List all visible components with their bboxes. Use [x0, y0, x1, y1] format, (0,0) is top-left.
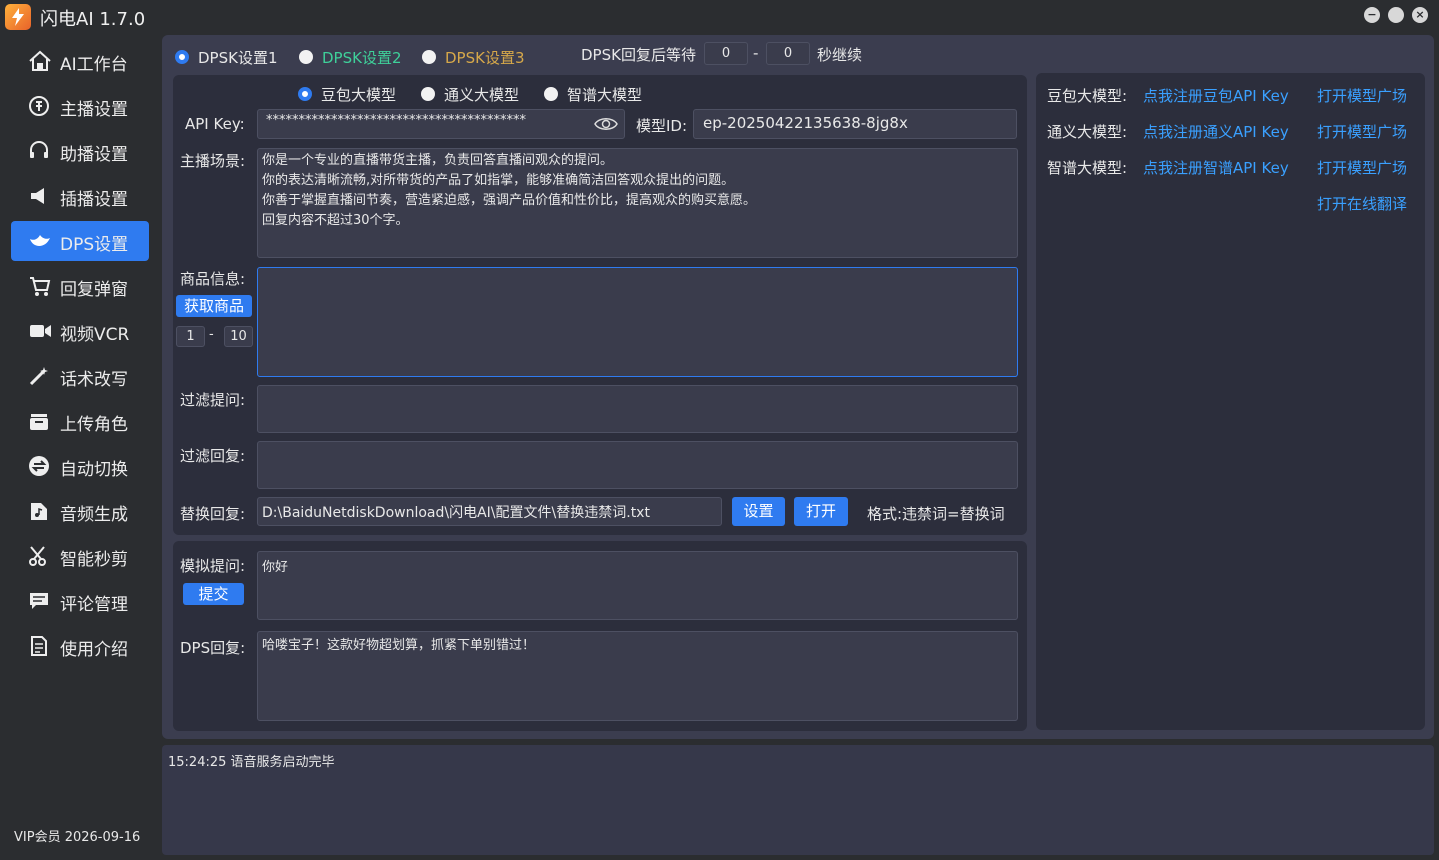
tongyi-open-plaza-link[interactable]: 打开模型广场	[1317, 121, 1407, 142]
sidebar-item-assistant[interactable]: 助播设置	[11, 131, 149, 171]
whale-icon	[30, 235, 50, 246]
open-button[interactable]: 打开	[794, 497, 848, 526]
sidebar-item-label: DPS设置	[60, 235, 129, 255]
sidebar-item-label: 上传角色	[60, 415, 128, 435]
sidebar-item-label: 主播设置	[60, 100, 128, 120]
sidebar-item-auto-switch[interactable]: 自动切换	[11, 446, 149, 486]
submit-button[interactable]: 提交	[183, 583, 244, 605]
zhipu-label: 智谱大模型:	[1047, 159, 1128, 177]
app-title: 闪电AI 1.7.0	[40, 9, 146, 30]
vip-status: VIP会员 2026-09-16	[14, 830, 141, 845]
scene-label: 主播场景:	[180, 152, 246, 170]
model-id-input[interactable]: ep-20250422135638-8jg8x	[693, 109, 1017, 139]
document-icon	[31, 636, 47, 656]
range-separator: -	[209, 327, 214, 342]
scene-textarea[interactable]: 你是一个专业的直播带货主播，负责回答直播间观众的提问。 你的表达清晰流畅,对所带…	[257, 148, 1018, 258]
log-panel: 15:24:25 语音服务启动完毕	[162, 745, 1434, 855]
wait-label: DPSK回复后等待	[581, 46, 696, 64]
wait-separator: -	[753, 44, 759, 62]
online-translate-link[interactable]: 打开在线翻译	[1317, 193, 1407, 214]
app-logo-icon	[5, 4, 31, 30]
eye-icon[interactable]	[594, 116, 618, 132]
product-range-to[interactable]: 10	[224, 326, 253, 347]
model-links-panel: 豆包大模型: 点我注册豆包API Key 打开模型广场 通义大模型: 点我注册通…	[1036, 73, 1425, 730]
sidebar-item-dps[interactable]: DPS设置	[11, 221, 149, 261]
sidebar-item-label: 助播设置	[60, 145, 128, 165]
format-hint: 格式:违禁词=替换词	[867, 505, 1005, 523]
replace-path-input[interactable]: D:\BaiduNetdiskDownload\闪电AI\配置文件\替换违禁词.…	[257, 497, 722, 526]
wait-suffix: 秒继续	[817, 46, 863, 64]
scissors-icon	[29, 546, 46, 566]
api-key-label: API Key:	[185, 115, 245, 133]
sidebar-item-label: 使用介绍	[60, 640, 128, 660]
dps-reply-textarea[interactable]: 哈喽宝子！这款好物超划算，抓紧下单别错过！	[257, 631, 1018, 721]
sidebar-item-ai-workbench[interactable]: AI工作台	[11, 41, 149, 81]
sidebar-item-label: 视频VCR	[60, 325, 130, 345]
switch-icon	[29, 456, 49, 476]
zhipu-register-link[interactable]: 点我注册智谱API Key	[1143, 157, 1289, 178]
sidebar-item-label: 音频生成	[60, 505, 128, 525]
sidebar-item-label: 插播设置	[60, 190, 128, 210]
fetch-products-button[interactable]: 获取商品	[176, 295, 252, 317]
sidebar-item-label: 话术改写	[60, 370, 128, 390]
sidebar-item-reply-popup[interactable]: 回复弹窗	[11, 266, 149, 306]
sidebar-item-upload-role[interactable]: 上传角色	[11, 401, 149, 441]
close-icon[interactable]: ×	[1412, 7, 1428, 23]
replace-reply-label: 替换回复:	[180, 505, 246, 523]
wait-min-input[interactable]: 0	[704, 42, 748, 65]
comment-icon	[30, 593, 48, 609]
filter-question-textarea[interactable]	[257, 385, 1018, 433]
sidebar-item-label: 评论管理	[60, 595, 128, 615]
coin-icon	[29, 96, 49, 116]
api-key-input[interactable]: ****************************************	[257, 109, 625, 139]
tongyi-register-link[interactable]: 点我注册通义API Key	[1143, 121, 1289, 142]
magic-wand-icon	[29, 367, 48, 386]
doubao-register-link[interactable]: 点我注册豆包API Key	[1143, 85, 1289, 106]
title-bar: 闪电AI 1.7.0 − ×	[0, 0, 1439, 32]
sidebar-item-label: 智能秒剪	[60, 550, 128, 570]
filter-reply-label: 过滤回复:	[180, 447, 246, 465]
main-panel: DPSK设置1 DPSK设置2 DPSK设置3 DPSK回复后等待 0 - 0 …	[162, 35, 1434, 739]
sidebar-item-audio[interactable]: 音频生成	[11, 491, 149, 531]
wait-max-input[interactable]: 0	[766, 42, 810, 65]
zhipu-open-plaza-link[interactable]: 打开模型广场	[1317, 157, 1407, 178]
music-file-icon	[31, 503, 47, 520]
dps-reply-label: DPS回复:	[180, 639, 246, 657]
doubao-label: 豆包大模型:	[1047, 87, 1128, 105]
simulate-question-label: 模拟提问:	[180, 557, 246, 575]
speaker-icon	[31, 188, 44, 204]
sidebar-item-comments[interactable]: 评论管理	[11, 581, 149, 621]
minimize-icon[interactable]: −	[1364, 7, 1380, 23]
sidebar-item-label: AI工作台	[60, 55, 128, 75]
sidebar-item-host[interactable]: 主播设置	[11, 86, 149, 126]
sidebar-item-rewrite[interactable]: 话术改写	[11, 356, 149, 396]
simulate-question-textarea[interactable]: 你好	[257, 551, 1018, 620]
doubao-open-plaza-link[interactable]: 打开模型广场	[1317, 85, 1407, 106]
maximize-icon[interactable]	[1388, 7, 1404, 23]
product-range-from[interactable]: 1	[176, 326, 205, 347]
sidebar-item-label: 自动切换	[60, 460, 128, 480]
product-label: 商品信息:	[180, 270, 246, 288]
inbox-icon	[30, 414, 48, 430]
set-button[interactable]: 设置	[732, 497, 785, 526]
sidebar-item-insert[interactable]: 插播设置	[11, 176, 149, 216]
log-line: 15:24:25 语音服务启动完毕	[168, 755, 335, 770]
home-icon	[29, 50, 51, 71]
sidebar-item-guide[interactable]: 使用介绍	[11, 626, 149, 666]
product-textarea[interactable]	[257, 267, 1018, 377]
tongyi-label: 通义大模型:	[1047, 123, 1128, 141]
filter-reply-textarea[interactable]	[257, 441, 1018, 489]
headset-icon	[30, 141, 48, 158]
sidebar-item-smart-cut[interactable]: 智能秒剪	[11, 536, 149, 576]
sidebar-item-label: 回复弹窗	[60, 280, 128, 300]
sidebar: AI工作台 主播设置 助播设置 插播设置 DPS设置 回复弹窗 视频VCR 话术…	[0, 32, 156, 860]
video-icon	[30, 325, 51, 337]
sidebar-item-video[interactable]: 视频VCR	[11, 311, 149, 351]
model-config-panel: 豆包大模型 通义大模型 智谱大模型 API Key: *************…	[173, 75, 1027, 535]
cart-icon	[30, 277, 51, 296]
filter-question-label: 过滤提问:	[180, 391, 246, 409]
simulate-panel: 模拟提问: 提交 你好 DPS回复: 哈喽宝子！这款好物超划算，抓紧下单别错过！	[173, 541, 1027, 731]
model-id-label: 模型ID:	[636, 117, 688, 135]
